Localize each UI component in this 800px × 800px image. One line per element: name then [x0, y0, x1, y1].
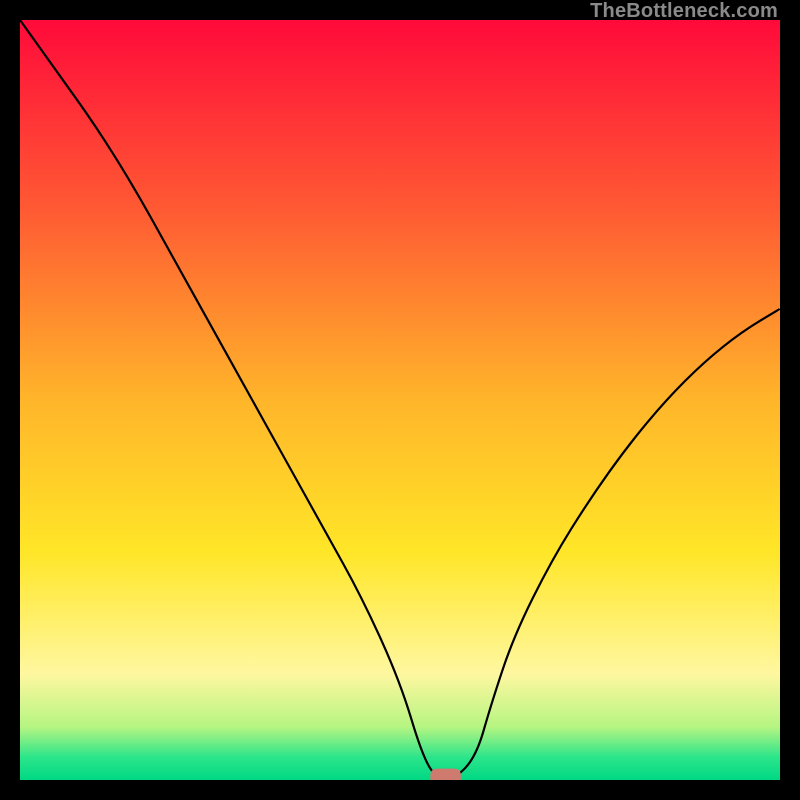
- watermark-text: TheBottleneck.com: [590, 0, 778, 23]
- bottleneck-chart: [20, 20, 780, 780]
- chart-frame: [20, 20, 780, 780]
- optimal-marker: [430, 769, 460, 780]
